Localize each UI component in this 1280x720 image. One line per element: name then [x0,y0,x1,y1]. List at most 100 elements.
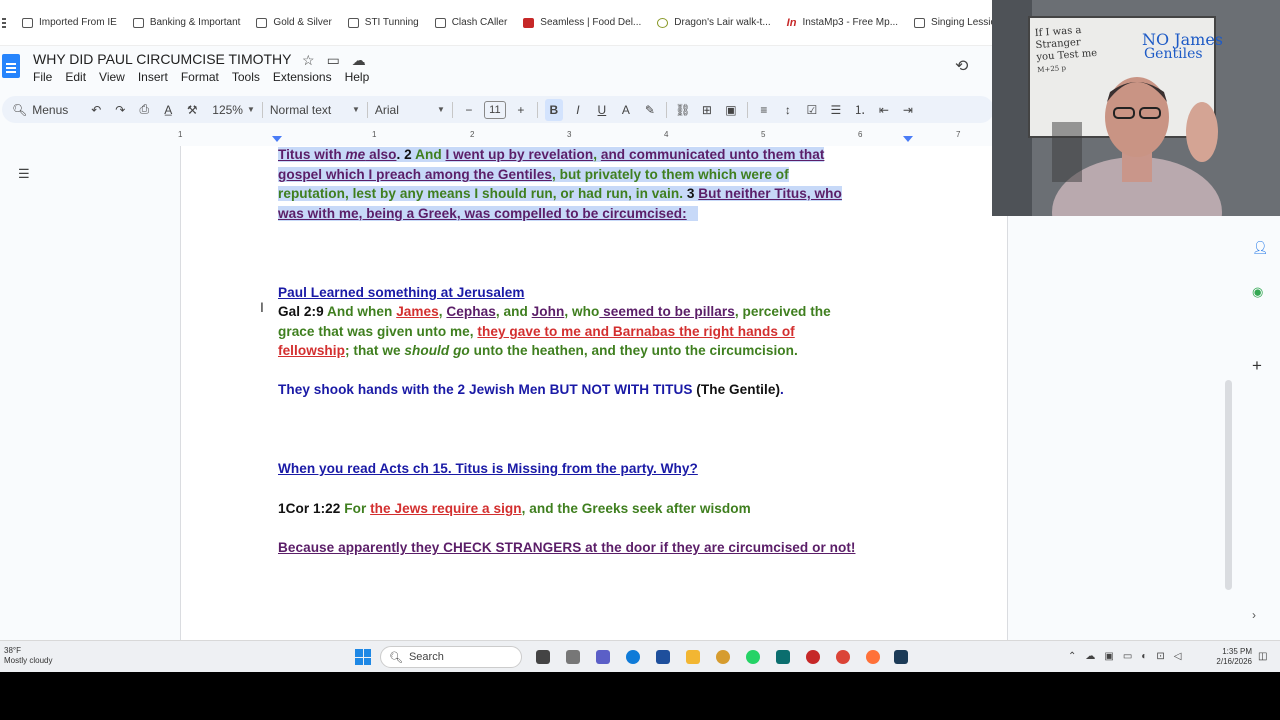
left-indent-marker[interactable] [272,136,282,142]
bookmark-gold-silver[interactable]: Gold & Silver [256,17,332,28]
app-icon[interactable] [894,650,908,664]
numbered-list-icon[interactable]: ⒈ [851,99,869,121]
decrease-font-button[interactable]: − [460,99,478,121]
doc-title[interactable]: WHY DID PAUL CIRCUMCISE TIMOTHY [33,51,292,67]
menu-tools[interactable]: Tools [232,70,260,84]
scrollbar[interactable] [1225,380,1232,590]
line-spacing-icon[interactable]: ↕ [779,99,797,121]
bullet-list-icon[interactable]: ☰ [827,99,845,121]
clock[interactable]: 1:35 PM 2/16/2026 [1212,647,1252,667]
apps-grid-icon[interactable] [2,17,6,28]
menu-help[interactable]: Help [345,70,370,84]
italic-icon[interactable]: I [569,99,587,121]
underline-icon[interactable]: U [593,99,611,121]
bookmark-sti-tunning[interactable]: STI Tunning [347,17,419,28]
folder-icon [22,17,33,28]
font-size-input[interactable]: 11 [483,100,506,119]
because-line[interactable]: Because apparently they CHECK STRANGERS … [278,540,855,555]
menu-insert[interactable]: Insert [138,70,168,84]
app-icon[interactable] [716,650,730,664]
menu-view[interactable]: View [99,70,125,84]
text-line[interactable]: reputation, lest by any means I should r… [278,186,842,201]
text-line[interactable]: 1Cor 1:22 For the Jews require a sign, a… [278,501,751,516]
bookmark-seamless[interactable]: Seamless | Food Del... [523,17,641,28]
decrease-indent-icon[interactable]: ⇤ [875,99,893,121]
increase-font-button[interactable]: + [512,99,530,121]
checklist-icon[interactable]: ☑ [803,99,821,121]
menus-search-button[interactable]: 🔍︎ Menus [12,99,68,121]
weather-widget[interactable]: 38°F Mostly cloudy [4,646,52,666]
image-icon[interactable]: ▣ [722,99,740,121]
acts-question[interactable]: When you read Acts ch 15. Titus is Missi… [278,461,698,476]
text-line[interactable]: was with me, being a Greek, was compelle… [278,206,699,221]
text-line[interactable]: fellowship; that we should go unto the h… [278,343,798,358]
menu-extensions[interactable]: Extensions [273,70,332,84]
bookmark-instamp3[interactable]: In InstaMp3 - Free Mp... [787,17,898,29]
chrome-icon[interactable] [836,650,850,664]
store-icon[interactable] [656,650,670,664]
style-select[interactable]: Normal text ▼ [270,99,360,121]
taskbar-search[interactable]: 🔍︎ Search [380,646,522,668]
bold-icon[interactable]: B [544,98,563,121]
link-icon[interactable]: ⛓ [674,99,692,121]
text-run: They shook hands with the 2 Jewish Men B… [278,382,693,397]
redo-icon[interactable]: ↷ [111,99,129,121]
print-icon[interactable]: ⎙ [135,99,153,121]
bookmark-imported-from-ie[interactable]: Imported From IE [22,17,117,28]
app-icon[interactable] [806,650,820,664]
chevron-down-icon: ▼ [436,105,445,114]
firefox-icon[interactable] [866,650,880,664]
bookmark-dragons-lair[interactable]: Dragon's Lair walk-t... [657,17,771,28]
star-icon[interactable]: ☆ [302,52,315,69]
comment-icon[interactable]: ⊞ [698,99,716,121]
contacts-icon[interactable]: 👤︎ [1252,240,1269,255]
text-color-icon[interactable]: A [617,99,635,121]
bookmark-clash-caller[interactable]: Clash CAller [434,17,507,28]
app-icon[interactable] [776,650,790,664]
add-addon-icon[interactable]: + [1252,356,1264,375]
version-history-icon[interactable]: ⟲ [955,56,968,76]
menu-format[interactable]: Format [181,70,219,84]
whatsapp-icon[interactable] [746,650,760,664]
right-indent-marker[interactable] [903,136,913,142]
verse-ref: Gal 2:9 [278,304,324,319]
ruler-label: 5 [761,130,766,139]
chevron-right-icon[interactable]: › [1252,608,1256,622]
heading-paul-learned[interactable]: Paul Learned something at Jerusalem [278,285,525,300]
spellcheck-icon[interactable]: A̲ [159,99,177,121]
text-line[interactable]: They shook hands with the 2 Jewish Men B… [278,382,784,397]
text-line[interactable]: Titus with me also. 2 And I went up by r… [278,147,825,162]
text-run: , [593,147,601,162]
windows-start-icon[interactable] [355,649,371,665]
maps-icon[interactable]: ◉ [1252,284,1264,299]
text-run: James [396,304,439,319]
outline-icon[interactable]: ☰ [18,166,30,182]
notifications-icon[interactable]: ◫ [1258,651,1267,662]
teams-icon[interactable] [596,650,610,664]
increase-indent-icon[interactable]: ⇥ [899,99,917,121]
text-line[interactable]: grace that was given unto me, they gave … [278,324,795,339]
bookmark-banking[interactable]: Banking & Important [132,17,240,28]
paint-format-icon[interactable]: ⚒ [183,99,201,121]
file-explorer-icon[interactable] [686,650,700,664]
cloud-status-icon[interactable]: ☁ [352,52,366,69]
text-line[interactable]: Gal 2:9 And when James, Cephas, and John… [278,304,831,319]
task-view-icon[interactable] [536,650,550,664]
text-run: , who [564,304,600,319]
move-folder-icon[interactable]: ▭ [327,52,340,69]
highlight-icon[interactable]: ✎ [641,99,659,121]
font-select[interactable]: Arial ▼ [375,99,445,121]
system-tray[interactable]: ⌃☁▣▭◐⊡◁ [1068,651,1190,662]
edge-icon[interactable] [626,650,640,664]
text-run: also [365,147,397,162]
menu-edit[interactable]: Edit [65,70,86,84]
text-line[interactable]: gospel which I preach among the Gentiles… [278,167,789,182]
undo-icon[interactable]: ↶ [87,99,105,121]
align-icon[interactable]: ≡ [755,99,773,121]
bookmark-label: InstaMp3 - Free Mp... [802,17,899,28]
widgets-icon[interactable] [566,650,580,664]
text-run: Cephas [446,304,496,319]
menu-file[interactable]: File [33,70,52,84]
zoom-select[interactable]: 125% ▼ [212,99,255,121]
docs-logo-icon[interactable] [2,54,20,78]
